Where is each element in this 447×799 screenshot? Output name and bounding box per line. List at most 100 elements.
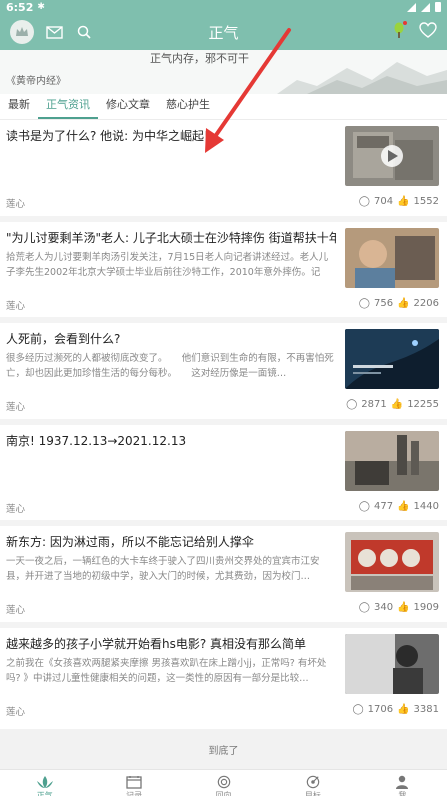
comment-icon: ◯	[358, 196, 370, 207]
article-thumbnail[interactable]	[345, 430, 439, 491]
like-count: 2206	[413, 297, 439, 309]
article-thumbnail[interactable]	[345, 227, 439, 288]
article-thumbnail[interactable]	[345, 126, 439, 186]
article-stats: ◯ 704 👍 1552	[359, 196, 439, 207]
person-icon	[396, 775, 409, 789]
tab-news[interactable]: 正气资讯	[38, 96, 98, 119]
circle-icon	[217, 775, 230, 789]
thumbs-up-icon: 👍	[390, 399, 404, 410]
comment-icon: ◯	[358, 500, 370, 512]
like-count: 1909	[413, 602, 439, 613]
article-summary: 之前我在《女孩喜欢两腿紧夹摩擦 男孩喜欢趴在床上蹭小jj，正常吗? 有坏处吗? …	[6, 657, 327, 684]
article-title: 人死前，会看到什么?	[6, 332, 121, 346]
page-title: 正气	[208, 23, 239, 42]
list-item[interactable]: 新东方: 因为淋过雨，所以不能忘记给别人撑伞 一天一夜之后，一辆红色的大卡车终于…	[0, 526, 447, 628]
nav-label: 回向	[215, 791, 232, 796]
list-item[interactable]: 越来越多的孩子小学就开始看hs电影? 真相没有那么简单 之前我在《女孩喜欢两腿紧…	[0, 628, 447, 730]
article-source: 莲心	[6, 503, 26, 515]
nav-item-dedication[interactable]: 回向	[179, 770, 268, 799]
settings-gear-icon: ✱	[37, 2, 45, 12]
article-summary: 一天一夜之后，一辆红色的大卡车终于驶入了四川贵州交界处的宜宾市江安县，并开进了当…	[6, 556, 320, 582]
like-count: 3381	[413, 703, 439, 715]
nav-label: 目标	[304, 791, 321, 796]
calendar-icon	[126, 776, 142, 789]
thumbs-up-icon: 👍	[397, 196, 410, 207]
list-item[interactable]: 南京! 1937.12.13→2021.12.13 莲心 ◯ 477 👍 144…	[0, 425, 447, 526]
comment-icon: ◯	[358, 602, 370, 613]
target-icon	[306, 775, 320, 789]
wifi-icon	[407, 2, 416, 12]
search-icon[interactable]	[74, 22, 94, 42]
article-stats: ◯ 756 👍 2206	[359, 298, 439, 309]
like-count: 12255	[407, 399, 439, 410]
article-title: "为儿讨要剩羊汤"老人: 儿子北大硕士在沙特摔伤 街道帮扶十年	[6, 230, 336, 245]
tree-icon[interactable]	[393, 21, 407, 42]
nav-label: 我	[398, 791, 407, 796]
comment-icon: ◯	[352, 703, 364, 715]
nav-label: 记录	[126, 791, 143, 796]
signal-icon	[421, 2, 430, 12]
avatar[interactable]	[10, 20, 34, 44]
like-count: 1440	[413, 500, 439, 512]
end-of-list-note: 到底了	[0, 729, 447, 769]
article-title: 越来越多的孩子小学就开始看hs电影? 真相没有那么简单	[6, 636, 307, 651]
comment-count: 2871	[361, 399, 387, 410]
nav-item-me[interactable]: 我	[358, 770, 447, 799]
comment-count: 340	[374, 602, 394, 613]
article-title: 读书是为了什么? 他说: 为中华之崛起!	[6, 129, 209, 143]
article-source: 莲心	[6, 199, 26, 210]
thumbs-up-icon: 👍	[397, 297, 410, 309]
mail-icon[interactable]	[44, 22, 64, 42]
comment-count: 477	[374, 500, 394, 512]
article-stats: ◯ 340 👍 1909	[359, 602, 439, 613]
article-stats: ◯ 1706 👍 3381	[352, 704, 439, 715]
tab-articles[interactable]: 修心文章	[98, 96, 158, 119]
battery-icon	[435, 2, 441, 12]
status-icons	[407, 2, 441, 12]
article-thumbnail[interactable]	[345, 532, 439, 592]
nav-label: 正气	[36, 791, 53, 796]
like-count: 1552	[413, 196, 439, 207]
article-thumbnail[interactable]	[345, 329, 439, 389]
article-summary: 很多经历过濒死的人都被彻底改变了。 他们意识到生命的有限，不再害怕死亡，却也因此…	[6, 353, 334, 379]
nav-item-record[interactable]: 记录	[89, 770, 178, 799]
article-summary: 拾荒老人为儿讨要剩羊肉汤引发关注，7月15日老人向记者讲述经过。老人儿子李先生2…	[6, 251, 329, 278]
thumbs-up-icon: 👍	[397, 602, 410, 613]
comment-count: 756	[374, 297, 394, 309]
article-source: 莲心	[6, 402, 26, 413]
status-bar: 6:52 ✱	[0, 0, 447, 14]
nav-item-goal[interactable]: 目标	[268, 770, 357, 799]
comment-icon: ◯	[358, 297, 370, 309]
article-stats: ◯ 2871 👍 12255	[346, 399, 439, 410]
crown-icon	[16, 27, 28, 36]
status-time: 6:52	[6, 0, 34, 14]
article-source: 莲心	[6, 300, 26, 312]
heart-icon[interactable]	[419, 22, 437, 42]
article-stats: ◯ 477 👍 1440	[359, 501, 439, 512]
banner-source: 《黄帝内经》	[6, 76, 66, 87]
article-title: 新东方: 因为淋过雨，所以不能忘记给别人撑伞	[6, 535, 254, 549]
list-item[interactable]: "为儿讨要剩羊汤"老人: 儿子北大硕士在沙特摔伤 街道帮扶十年 拾荒老人为儿讨要…	[0, 222, 447, 323]
article-source: 莲心	[6, 706, 26, 718]
comment-count: 704	[374, 196, 394, 207]
list-item[interactable]: 读书是为了什么? 他说: 为中华之崛起! 莲心 ◯ 704 👍 1552	[0, 120, 447, 222]
article-feed: 读书是为了什么? 他说: 为中华之崛起! 莲心 ◯ 704 👍 1552 "为儿…	[0, 120, 447, 729]
quote-banner: 正气内存，邪不可干 《黄帝内经》	[0, 50, 447, 94]
banner-verse: 正气内存，邪不可干	[150, 52, 249, 65]
comment-icon: ◯	[346, 399, 358, 410]
notification-dot	[403, 21, 407, 25]
mountain-landscape-image	[277, 62, 447, 94]
list-item[interactable]: 人死前，会看到什么? 很多经历过濒死的人都被彻底改变了。 他们意识到生命的有限，…	[0, 323, 447, 425]
tab-compassion[interactable]: 慈心护生	[158, 96, 218, 119]
article-thumbnail[interactable]	[345, 633, 439, 694]
comment-count: 1706	[367, 703, 394, 715]
nav-item-zhengqi[interactable]: 正气	[0, 770, 89, 799]
thumbs-up-icon: 👍	[397, 500, 410, 512]
tab-latest[interactable]: 最新	[0, 96, 38, 119]
lotus-icon	[36, 776, 53, 788]
article-source: 莲心	[6, 605, 26, 616]
category-tabs: 最新 正气资讯 修心文章 慈心护生	[0, 94, 447, 120]
bottom-nav: 正气 记录 回向 目标 我	[0, 769, 447, 799]
article-title: 南京! 1937.12.13→2021.12.13	[6, 433, 187, 448]
app-bar: 正气	[0, 14, 447, 50]
